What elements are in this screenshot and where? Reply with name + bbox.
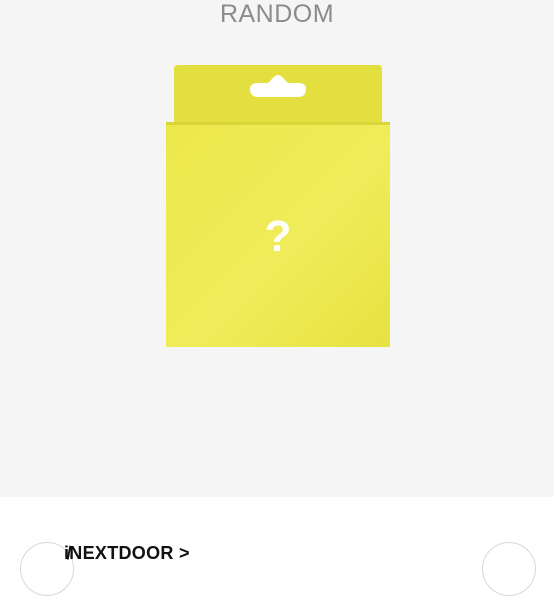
random-card-package: ? — [166, 65, 390, 347]
bottom-nav-bar: i̸NEXTDOOR > — [0, 497, 554, 596]
product-image-area: RANDOM ? — [0, 0, 554, 497]
variant-label: RANDOM — [219, 0, 335, 28]
artist-link[interactable]: i̸NEXTDOOR > — [64, 543, 190, 563]
question-mark: ? — [265, 212, 292, 261]
package-illustration: ? — [166, 65, 390, 347]
chevron-right-icon[interactable] — [482, 542, 536, 596]
